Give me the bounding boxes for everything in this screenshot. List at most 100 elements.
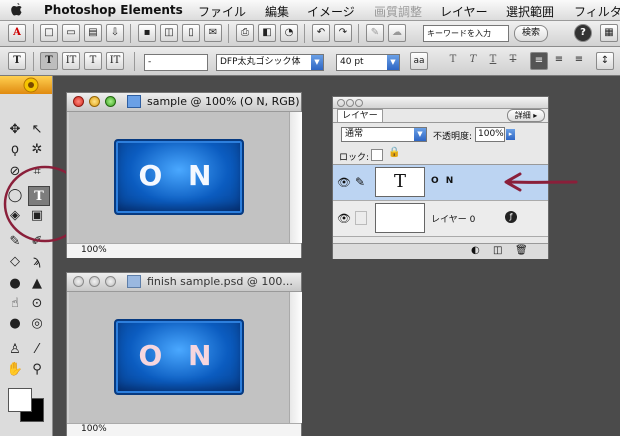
- vertical-type-icon[interactable]: IT: [62, 52, 80, 70]
- menu-enhance[interactable]: 画質調整: [374, 3, 422, 20]
- palette-well-icon[interactable]: ▦: [600, 24, 618, 42]
- browse-icon[interactable]: ▤: [84, 24, 102, 42]
- font-size-select[interactable]: 40 pt ▼: [336, 54, 400, 71]
- menu-filter[interactable]: フィルタ: [574, 3, 620, 20]
- menu-edit[interactable]: 編集: [265, 3, 289, 20]
- close-window-icon[interactable]: [73, 276, 84, 287]
- font-style-select[interactable]: -: [144, 54, 208, 71]
- search-input[interactable]: キーワードを入力: [423, 25, 509, 42]
- strikethrough-icon[interactable]: T: [504, 52, 522, 70]
- help-icon[interactable]: ?: [574, 24, 592, 42]
- vertical-scrollbar[interactable]: [289, 292, 302, 423]
- save-web-icon[interactable]: ◫: [160, 24, 178, 42]
- adobe-logo-icon[interactable]: A: [8, 24, 26, 42]
- trash-icon[interactable]: 🗑: [515, 245, 528, 256]
- zoom-palette-icon[interactable]: [355, 99, 363, 107]
- smudge-tool-icon[interactable]: ☝: [4, 294, 26, 314]
- minimize-palette-icon[interactable]: [346, 99, 354, 107]
- more-options-button[interactable]: 詳細 ▸: [507, 109, 545, 122]
- blur-tool-icon[interactable]: ●: [4, 274, 26, 294]
- move-tool-icon[interactable]: ✥: [4, 120, 26, 140]
- layer-name[interactable]: O N: [431, 176, 455, 186]
- close-window-icon[interactable]: [73, 96, 84, 107]
- close-palette-icon[interactable]: [337, 99, 345, 107]
- faux-italic-icon[interactable]: T: [464, 52, 482, 70]
- layer-style-icon[interactable]: ƒ: [505, 211, 517, 223]
- print-icon[interactable]: ⎙: [236, 24, 254, 42]
- save-icon[interactable]: ▪: [138, 24, 156, 42]
- zoom-window-icon[interactable]: [105, 276, 116, 287]
- undo-icon[interactable]: ↶: [312, 24, 330, 42]
- font-family-select[interactable]: DFP太丸ゴシック体 ▼: [216, 54, 324, 71]
- zoom-tool-icon[interactable]: ↖: [26, 120, 48, 140]
- cloud-icon[interactable]: ☁: [388, 24, 406, 42]
- visibility-eye-icon[interactable]: 👁: [337, 212, 351, 225]
- document-titlebar[interactable]: finish sample.psd @ 100...: [67, 273, 301, 292]
- new-file-icon[interactable]: □: [40, 24, 58, 42]
- zoom-magnifier-icon[interactable]: ⚲: [26, 360, 48, 380]
- align-right-icon[interactable]: ≡: [570, 52, 588, 70]
- adjustment-layer-icon[interactable]: ◐: [471, 245, 480, 256]
- horizontal-type-mask-icon[interactable]: T: [84, 52, 102, 70]
- dodge-tool-icon[interactable]: ●: [4, 314, 26, 334]
- menu-image[interactable]: イメージ: [307, 3, 355, 20]
- minimize-window-icon[interactable]: [89, 96, 100, 107]
- search-button[interactable]: 検索: [514, 25, 548, 42]
- pdf-icon[interactable]: ▯: [182, 24, 200, 42]
- new-layer-icon[interactable]: ◫: [493, 245, 502, 256]
- zoom-window-icon[interactable]: [105, 96, 116, 107]
- minimize-window-icon[interactable]: [89, 276, 100, 287]
- zoom-level[interactable]: 100%: [81, 245, 107, 255]
- horizontal-type-icon[interactable]: T: [40, 52, 58, 70]
- vertical-type-mask-icon[interactable]: IT: [106, 52, 124, 70]
- menu-layer[interactable]: レイヤー: [440, 3, 488, 20]
- menu-select[interactable]: 選択範囲: [506, 3, 554, 20]
- align-left-icon[interactable]: ≡: [530, 52, 548, 70]
- eraser-tool-icon[interactable]: ◇: [4, 252, 26, 272]
- document-canvas[interactable]: O N: [69, 112, 289, 243]
- online-services-icon[interactable]: ◔: [280, 24, 298, 42]
- open-folder-icon[interactable]: ▭: [62, 24, 80, 42]
- sponge-tool-icon[interactable]: ⊙: [26, 294, 48, 314]
- underline-icon[interactable]: T: [484, 52, 502, 70]
- opacity-slider-toggle[interactable]: ▸: [506, 129, 515, 140]
- lasso-tool-icon[interactable]: ϙ: [4, 140, 26, 160]
- attach-mail-icon[interactable]: ✉: [204, 24, 222, 42]
- anti-alias-button[interactable]: aa: [410, 52, 428, 70]
- red-eye-brush-icon[interactable]: ◎: [26, 314, 48, 334]
- leading-icon[interactable]: ↕: [596, 52, 614, 70]
- document-titlebar[interactable]: sample @ 100% (O N, RGB): [67, 93, 301, 112]
- document-title: sample @ 100% (O N, RGB): [147, 95, 300, 108]
- palette-titlebar[interactable]: [333, 97, 548, 109]
- toolbar-divider: [33, 24, 34, 43]
- lock-transparency-icon[interactable]: [371, 149, 383, 161]
- visibility-eye-icon[interactable]: 👁: [337, 176, 351, 189]
- layer-row[interactable]: 👁 レイヤー 0 ƒ: [333, 201, 548, 237]
- quick-fix-icon[interactable]: ✎: [366, 24, 384, 42]
- menu-app-name[interactable]: Photoshop Elements: [44, 3, 183, 17]
- brush-link-icon[interactable]: ✎: [355, 175, 365, 189]
- blend-mode-select[interactable]: 通常 ▼: [341, 127, 427, 142]
- redo-icon[interactable]: ↷: [334, 24, 352, 42]
- import-icon[interactable]: ⇩: [106, 24, 124, 42]
- lock-all-icon[interactable]: 🔒: [388, 147, 400, 158]
- print-preview-icon[interactable]: ◧: [258, 24, 276, 42]
- align-center-icon[interactable]: ≡: [550, 52, 568, 70]
- sharpen-tool-icon[interactable]: ▲: [26, 274, 48, 294]
- opacity-input[interactable]: 100%: [475, 127, 505, 142]
- faux-bold-icon[interactable]: T: [444, 52, 462, 70]
- clone-stamp-icon[interactable]: ♙: [4, 340, 26, 360]
- layer-name[interactable]: レイヤー 0: [431, 212, 475, 225]
- tab-layers[interactable]: レイヤー: [337, 109, 383, 122]
- magic-wand-icon[interactable]: ✲: [26, 140, 48, 160]
- eyedropper-icon[interactable]: ⁄: [26, 340, 48, 360]
- foreground-color-swatch[interactable]: [8, 388, 32, 412]
- zoom-level[interactable]: 100%: [81, 424, 107, 434]
- apple-icon[interactable]: [10, 2, 24, 17]
- vertical-scrollbar[interactable]: [289, 112, 302, 243]
- document-canvas[interactable]: O N: [69, 292, 289, 423]
- impressionist-brush-icon[interactable]: ϡ: [26, 252, 48, 272]
- hand-tool-icon[interactable]: ✋: [4, 360, 26, 380]
- menu-file[interactable]: ファイル: [198, 3, 246, 20]
- link-slot-icon[interactable]: [355, 211, 367, 225]
